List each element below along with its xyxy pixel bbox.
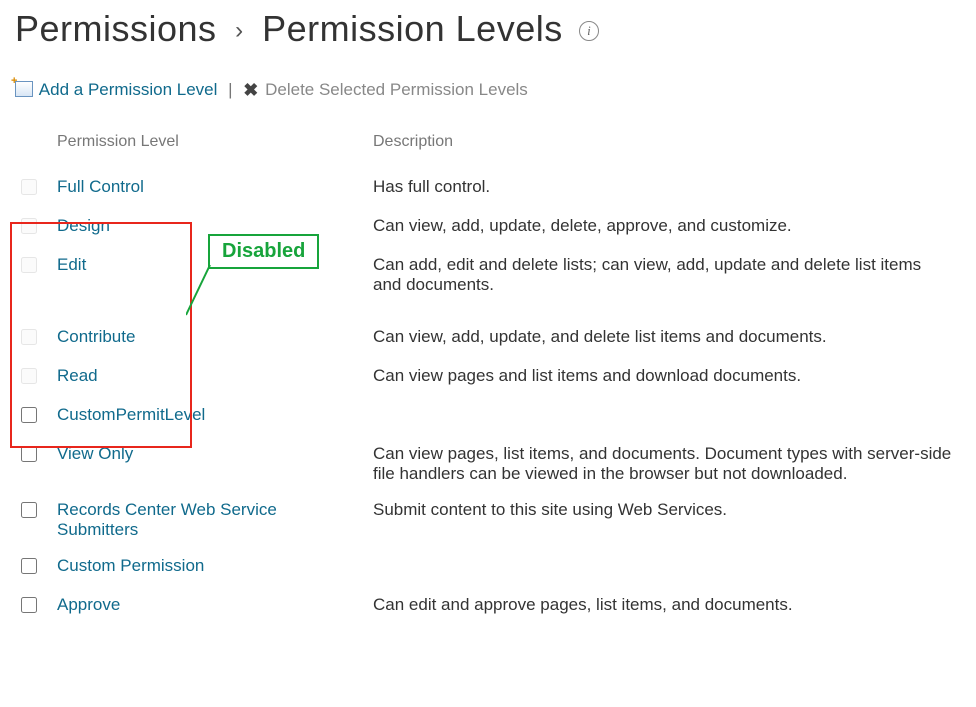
row-checkbox [21,179,37,195]
breadcrumb-parent[interactable]: Permissions [15,8,217,49]
permission-level-description [365,548,961,587]
table-row: Records Center Web Service Submitters Sub… [15,492,961,548]
permission-level-link[interactable]: Design [57,216,110,235]
toolbar-separator: | [228,80,232,99]
permission-level-link[interactable]: Edit [57,255,86,274]
toolbar: Add a Permission Level | ✖ Delete Select… [15,80,961,101]
permission-level-link[interactable]: Read [57,366,98,385]
breadcrumb-separator-icon: › [235,17,244,44]
row-checkbox[interactable] [21,446,37,462]
permission-level-description: Submit content to this site using Web Se… [365,492,961,548]
add-permission-level-link[interactable]: Add a Permission Level [39,80,218,99]
delete-selected-link[interactable]: Delete Selected Permission Levels [265,80,528,99]
table-row: View Only Can view pages, list items, and… [15,436,961,492]
permission-level-description: Can add, edit and delete lists; can view… [365,247,961,303]
col-description: Description [365,129,961,169]
permission-level-link[interactable]: Contribute [57,327,135,346]
permission-level-description [365,397,961,436]
breadcrumb-current: Permission Levels [262,8,563,49]
permission-level-link[interactable]: View Only [57,444,133,463]
permission-level-description: Can view, add, update, delete, approve, … [365,208,961,247]
info-icon[interactable]: i [579,21,599,41]
permission-level-description: Can edit and approve pages, list items, … [365,587,961,626]
row-checkbox[interactable] [21,502,37,518]
col-checkbox [15,129,49,169]
row-checkbox[interactable] [21,597,37,613]
permission-level-link[interactable]: Custom Permission [57,556,204,575]
col-permission-level: Permission Level [49,129,365,169]
permission-level-description: Has full control. [365,169,961,208]
add-icon [15,81,33,97]
table-row: Contribute Can view, add, update, and del… [15,303,961,358]
table-row: Custom Permission [15,548,961,587]
permission-level-description: Can view pages, list items, and document… [365,436,961,492]
table-row: Read Can view pages and list items and do… [15,358,961,397]
permission-level-link[interactable]: Approve [57,595,120,614]
row-checkbox[interactable] [21,558,37,574]
permission-level-link[interactable]: CustomPermitLevel [57,405,205,424]
row-checkbox [21,329,37,345]
permission-level-description: Can view pages and list items and downlo… [365,358,961,397]
page-title: Permissions › Permission Levels i [15,8,961,50]
permission-level-link[interactable]: Records Center Web Service Submitters [57,500,277,539]
table-row: Edit Can add, edit and delete lists; can … [15,247,961,303]
row-checkbox[interactable] [21,407,37,423]
table-row: Full Control Has full control. [15,169,961,208]
row-checkbox [21,257,37,273]
table-row: Design Can view, add, update, delete, app… [15,208,961,247]
annotation-disabled-label: Disabled [208,234,319,269]
table-row: CustomPermitLevel [15,397,961,436]
row-checkbox [21,218,37,234]
permission-level-link[interactable]: Full Control [57,177,144,196]
table-row: Approve Can edit and approve pages, list … [15,587,961,626]
permission-levels-table: Permission Level Description Full Contro… [15,129,961,626]
permission-level-description: Can view, add, update, and delete list i… [365,303,961,358]
delete-icon: ✖ [243,80,258,101]
row-checkbox [21,368,37,384]
